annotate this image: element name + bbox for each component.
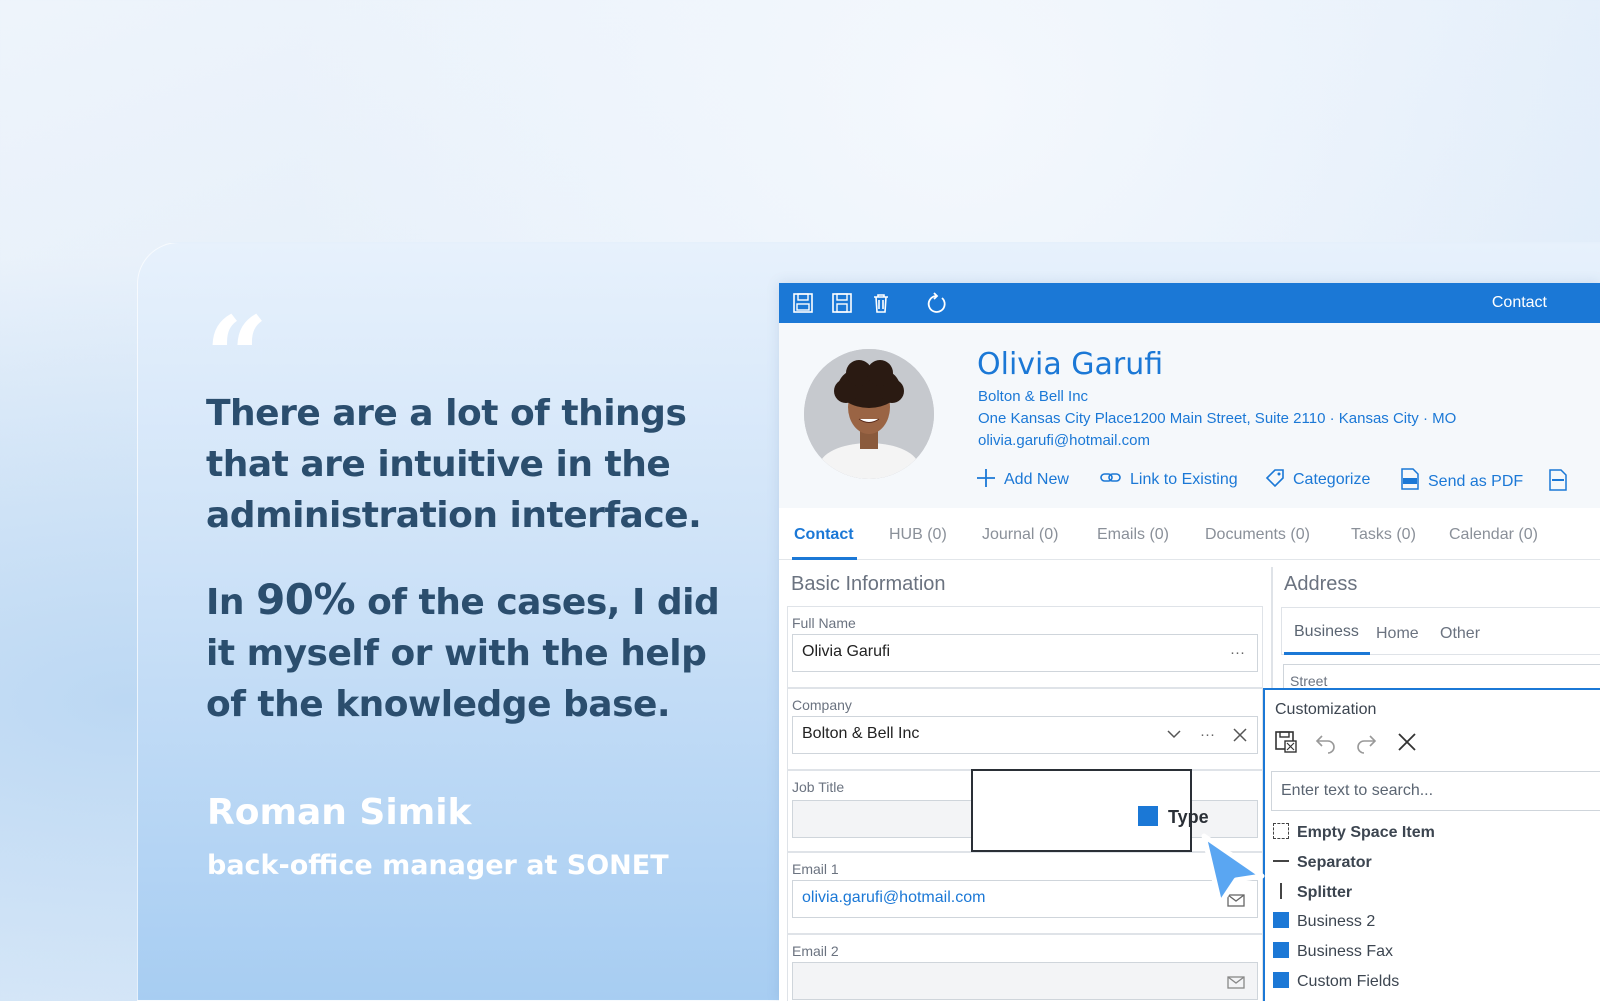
field-label: Full Name (792, 615, 856, 631)
link-to-existing-button[interactable]: Link to Existing (1100, 468, 1238, 489)
splitter-item[interactable]: Splitter (1273, 883, 1352, 902)
close-icon[interactable] (1233, 728, 1247, 742)
address-tab-business[interactable]: Business (1294, 623, 1359, 641)
empty-space-icon (1273, 823, 1289, 839)
delete-icon[interactable] (870, 292, 892, 314)
tab-contact[interactable]: Contact (794, 526, 854, 544)
redo-icon[interactable] (1354, 730, 1378, 754)
refresh-icon[interactable] (925, 292, 947, 314)
contact-tabs: Contact HUB (0) Journal (0) Emails (0) D… (779, 508, 1600, 560)
categorize-button[interactable]: Categorize (1265, 468, 1370, 489)
drag-item: Type (1138, 806, 1209, 828)
business-fax-item[interactable]: Business Fax (1273, 942, 1393, 961)
full-name-field: Full Name Olivia Garufi ··· (787, 606, 1263, 688)
email-2-input[interactable] (792, 962, 1258, 1000)
field-label: Company (792, 697, 852, 713)
empty-space-item[interactable]: Empty Space Item (1273, 823, 1435, 842)
tab-journal[interactable]: Journal (0) (982, 526, 1058, 544)
tab-calendar[interactable]: Calendar (0) (1449, 526, 1538, 544)
contact-name: Olivia Garufi (977, 347, 1164, 382)
quote-paragraph-2: In 90% of the cases, I did it myself or … (206, 575, 720, 725)
street-label: Street (1290, 673, 1328, 689)
separator-item[interactable]: Separator (1273, 853, 1372, 872)
tab-emails[interactable]: Emails (0) (1097, 526, 1169, 544)
company-field: Company Bolton & Bell Inc ··· (787, 688, 1263, 770)
field-label: Email 1 (792, 861, 839, 877)
window-title: Contact (1491, 294, 1547, 311)
address-tab-other[interactable]: Other (1440, 625, 1480, 643)
field-icon (1273, 942, 1289, 958)
mouse-pointer-icon (1201, 833, 1265, 907)
contact-header: Olivia Garufi Bolton & Bell Inc One Kans… (779, 323, 1600, 508)
customization-panel: Customization Enter text to search... Em… (1263, 688, 1600, 1001)
tab-hub[interactable]: HUB (0) (889, 526, 947, 544)
more-icon[interactable]: ··· (1200, 726, 1215, 743)
author-name: Roman Simik (207, 792, 472, 833)
send-as-pdf-button[interactable]: Send as PDF (1400, 468, 1523, 491)
drag-preview[interactable]: Type (971, 769, 1209, 852)
chevron-down-icon[interactable] (1167, 729, 1181, 739)
tab-tasks[interactable]: Tasks (0) (1351, 526, 1416, 544)
tag-icon (1265, 469, 1284, 488)
field-icon (1273, 972, 1289, 988)
address-tab-indicator (1284, 652, 1370, 655)
separator-icon (1273, 853, 1289, 869)
link-icon (1100, 473, 1121, 482)
address-panel: Address Business Home Other Street (1273, 567, 1600, 694)
business-2-item[interactable]: Business 2 (1273, 912, 1375, 931)
active-tab-indicator (792, 557, 857, 560)
author-title: back-office manager at SONET (207, 850, 669, 881)
quote-paragraph-1: There are a lot of things that are intui… (206, 393, 702, 536)
contact-address[interactable]: One Kansas City Place1200 Main Street, S… (978, 410, 1456, 427)
email-2-field: Email 2 (787, 934, 1263, 1001)
title-bar: Contact (779, 283, 1600, 323)
tab-documents[interactable]: Documents (0) (1205, 526, 1310, 544)
email-1-field: Email 1 olivia.garufi@hotmail.com (787, 852, 1263, 934)
company-input[interactable]: Bolton & Bell Inc ··· (792, 716, 1258, 754)
address-tabs: Business Home Other (1281, 607, 1600, 655)
field-icon (1138, 806, 1158, 826)
undo-icon[interactable] (1314, 730, 1338, 754)
plus-icon (977, 469, 995, 487)
basic-information-title: Basic Information (791, 573, 946, 595)
more-icon[interactable]: ··· (1230, 644, 1245, 661)
customization-title: Customization (1275, 701, 1377, 718)
email-1-input[interactable]: olivia.garufi@hotmail.com (792, 880, 1258, 918)
pdf-icon (1401, 468, 1419, 490)
contact-company-link[interactable]: Bolton & Bell Inc (978, 388, 1088, 405)
address-tab-home[interactable]: Home (1376, 625, 1419, 643)
field-label: Email 2 (792, 943, 839, 959)
add-new-button[interactable]: Add New (976, 468, 1069, 489)
custom-fields-item[interactable]: Custom Fields (1273, 972, 1399, 991)
splitter-icon (1273, 883, 1289, 899)
more-actions-icon[interactable] (1548, 469, 1568, 491)
save-icon[interactable] (831, 292, 853, 314)
close-icon[interactable] (1395, 730, 1419, 754)
address-title: Address (1284, 573, 1358, 595)
mail-icon[interactable] (1227, 976, 1245, 989)
full-name-input[interactable]: Olivia Garufi ··· (792, 634, 1258, 672)
contact-window: Contact Olivia Garufi Bolton & Bell Inc … (779, 283, 1600, 1001)
field-icon (1273, 912, 1289, 928)
avatar (804, 349, 934, 479)
save-layout-icon[interactable] (1274, 730, 1298, 754)
save-close-icon[interactable] (792, 292, 814, 314)
quote-highlight: 90% (256, 575, 356, 624)
contact-email-link[interactable]: olivia.garufi@hotmail.com (978, 432, 1150, 449)
field-label: Job Title (792, 779, 845, 795)
customization-search-input[interactable]: Enter text to search... (1271, 771, 1600, 811)
